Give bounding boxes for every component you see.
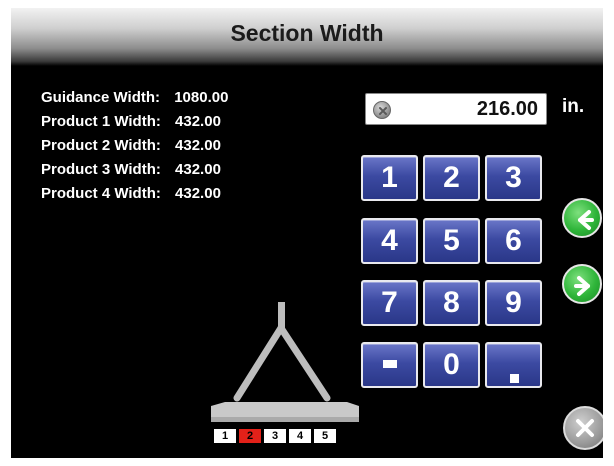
section-4[interactable]: 4 — [289, 429, 311, 443]
clear-circle-x-icon[interactable] — [373, 101, 391, 119]
width-label: Product 3 Width: — [41, 161, 161, 178]
section-1[interactable]: 1 — [214, 429, 236, 443]
key-2[interactable]: 2 — [423, 155, 480, 201]
width-value: 432.00 — [175, 161, 221, 178]
key-minus[interactable] — [361, 342, 418, 388]
key-9[interactable]: 9 — [485, 280, 542, 326]
key-8[interactable]: 8 — [423, 280, 480, 326]
section-2[interactable]: 2 — [239, 429, 261, 443]
section-width-screen: Section Width Guidance Width: 1080.00 Pr… — [11, 8, 603, 458]
key-3[interactable]: 3 — [485, 155, 542, 201]
key-1[interactable]: 1 — [361, 155, 418, 201]
page-title: Section Width — [230, 20, 384, 46]
entry-value: 216.00 — [476, 98, 538, 120]
next-button[interactable] — [562, 264, 602, 304]
width-label: Product 4 Width: — [41, 185, 161, 202]
previous-button[interactable] — [562, 198, 602, 238]
width-label: Product 2 Width: — [41, 137, 161, 154]
section-3[interactable]: 3 — [264, 429, 286, 443]
close-button[interactable] — [563, 406, 603, 450]
width-value: 432.00 — [175, 113, 221, 130]
arrow-right-icon — [574, 276, 590, 296]
key-decimal[interactable] — [485, 342, 542, 388]
title-bar: Section Width — [11, 8, 603, 66]
width-row-product-3: Product 3 Width: 432.00 — [41, 160, 228, 184]
key-7[interactable]: 7 — [361, 280, 418, 326]
arrow-left-icon — [578, 210, 594, 230]
width-value: 432.00 — [175, 185, 221, 202]
decimal-glyph — [510, 374, 519, 383]
width-label: Product 1 Width: — [41, 113, 161, 130]
value-entry-field[interactable]: 216.00 — [365, 93, 547, 125]
key-0[interactable]: 0 — [423, 342, 480, 388]
unit-label: in. — [562, 96, 585, 117]
width-row-product-4: Product 4 Width: 432.00 — [41, 184, 228, 208]
section-5[interactable]: 5 — [314, 429, 336, 443]
key-6[interactable]: 6 — [485, 218, 542, 264]
implement-diagram — [211, 302, 359, 422]
width-value: 1080.00 — [174, 89, 229, 106]
width-value: 432.00 — [175, 137, 221, 154]
width-row-product-2: Product 2 Width: 432.00 — [41, 136, 228, 160]
width-list: Guidance Width: 1080.00 Product 1 Width:… — [41, 88, 228, 208]
width-row-product-1: Product 1 Width: 432.00 — [41, 112, 228, 136]
key-4[interactable]: 4 — [361, 218, 418, 264]
minus-glyph — [382, 360, 397, 369]
key-5[interactable]: 5 — [423, 218, 480, 264]
width-row-guidance: Guidance Width: 1080.00 — [41, 88, 228, 112]
close-x-icon — [576, 419, 594, 437]
width-label: Guidance Width: — [41, 89, 161, 106]
